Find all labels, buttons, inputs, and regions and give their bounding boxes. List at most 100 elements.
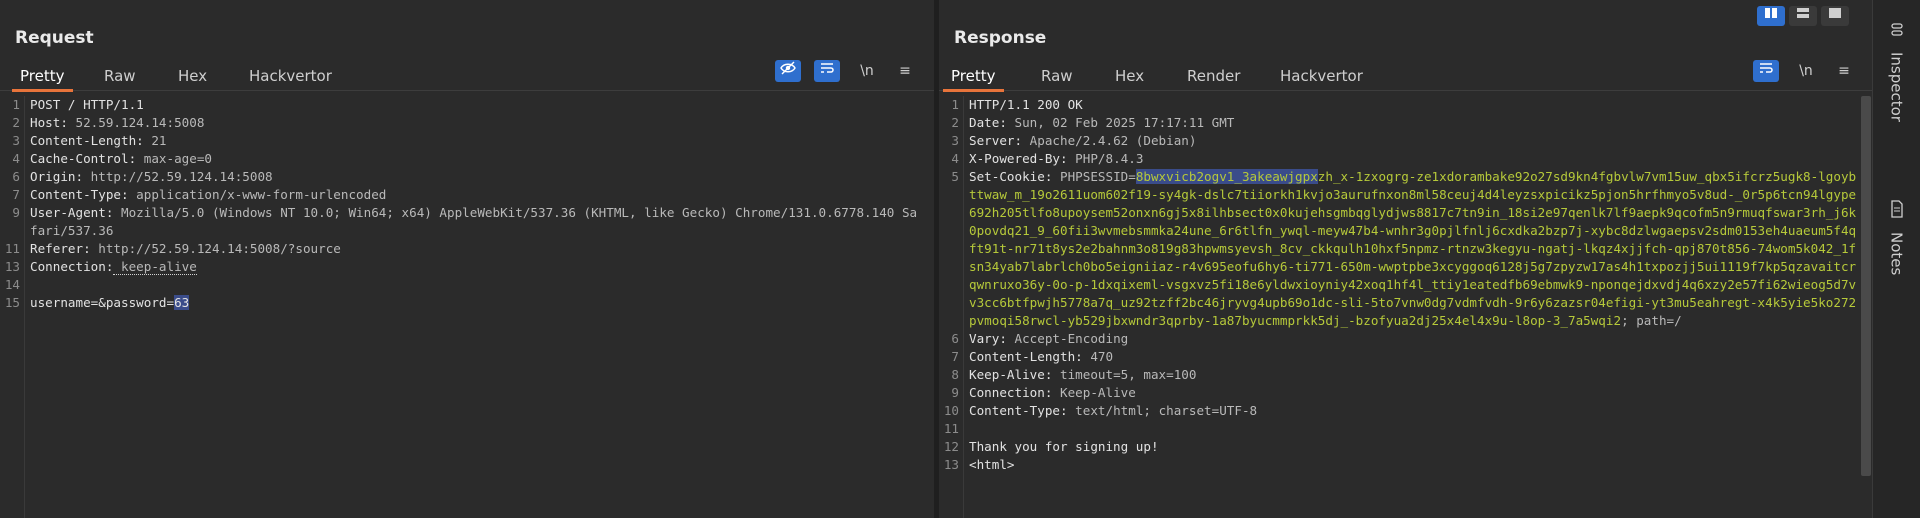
header-value: Mozilla/5.0 (Windows NT 10.0; Win64; x64… — [30, 205, 918, 238]
line-text: Host: 52.59.124.14:5008 — [30, 114, 920, 132]
header-name: X-Powered-By: — [969, 151, 1068, 166]
code-line[interactable]: 7 Content-Length: 470 — [939, 348, 1859, 366]
code-line[interactable]: 8 Keep-Alive: timeout=5, max=100 — [939, 366, 1859, 384]
line-text: Server: Apache/2.4.62 (Debian) — [969, 132, 1859, 150]
code-line[interactable]: 11 — [939, 420, 1859, 438]
code-line[interactable]: 3 Content-Length: 21 — [0, 132, 920, 150]
header-name: User-Agent: — [30, 205, 114, 220]
code-line[interactable]: 10 Content-Type: text/html; charset=UTF-8 — [939, 402, 1859, 420]
code-line[interactable]: 9 User-Agent: Mozilla/5.0 (Windows NT 10.… — [0, 204, 920, 240]
tab-request-hex[interactable]: Hex — [170, 64, 215, 88]
right-sidebar: Inspector Notes — [1872, 0, 1920, 518]
layout-tabbed-icon[interactable] — [1821, 6, 1849, 26]
line-text: POST / HTTP/1.1 — [30, 96, 920, 114]
response-scrollbar[interactable] — [1859, 96, 1873, 518]
header-name: Content-Type: — [30, 187, 129, 202]
code-line[interactable]: 1 HTTP/1.1 200 OK — [939, 96, 1859, 114]
code-line[interactable]: 7 Content-Type: application/x-www-form-ur… — [0, 186, 920, 204]
code-line[interactable]: 3 Server: Apache/2.4.62 (Debian) — [939, 132, 1859, 150]
request-editor[interactable]: 1 POST / HTTP/1.1 2 Host: 52.59.124.14:5008… — [0, 96, 920, 518]
response-wrap-lines-icon[interactable] — [1753, 60, 1779, 82]
inspector-icon — [1873, 22, 1920, 42]
code-line[interactable]: 6 Vary: Accept-Encoding — [939, 330, 1859, 348]
header-value: PHPSESSID= — [1052, 169, 1136, 184]
code-line[interactable]: 9 Connection: Keep-Alive — [939, 384, 1859, 402]
line-text: Content-Type: application/x-www-form-url… — [30, 186, 920, 204]
line-text: Set-Cookie: PHPSESSID=8bwxvicb2ogv1_3ake… — [969, 168, 1859, 330]
code-line[interactable]: 12 Thank you for signing up! — [939, 438, 1859, 456]
wrap-lines-icon[interactable] — [814, 60, 840, 82]
response-pane: Response Pretty Raw Hex Render Hackverto… — [939, 0, 1873, 518]
line-text: X-Powered-By: PHP/8.4.3 — [969, 150, 1859, 168]
code-line[interactable]: 2 Date: Sun, 02 Feb 2025 17:17:11 GMT — [939, 114, 1859, 132]
header-value: Sun, 02 Feb 2025 17:17:11 GMT — [1006, 115, 1235, 130]
tab-request-pretty[interactable]: Pretty — [12, 64, 73, 92]
header-name: Set-Cookie: — [969, 169, 1053, 184]
tab-response-raw[interactable]: Raw — [1033, 64, 1081, 88]
line-text: <html> — [969, 456, 1859, 474]
cookie-attributes: ; path=/ — [1621, 313, 1682, 328]
tab-request-hackvertor[interactable]: Hackvertor — [241, 64, 340, 88]
line-text: Date: Sun, 02 Feb 2025 17:17:11 GMT — [969, 114, 1859, 132]
response-menu-icon[interactable]: ≡ — [1831, 60, 1857, 82]
tab-response-hackvertor[interactable]: Hackvertor — [1272, 64, 1371, 88]
code-line[interactable]: 13 <html> — [939, 456, 1859, 474]
line-content: Thank you for signing up! — [969, 439, 1159, 454]
header-value: text/html; charset=UTF-8 — [1067, 403, 1258, 418]
line-content: POST / HTTP/1.1 — [30, 97, 144, 112]
code-line[interactable]: 4 X-Powered-By: PHP/8.4.3 — [939, 150, 1859, 168]
request-menu-icon[interactable]: ≡ — [892, 60, 918, 82]
line-text: Origin: http://52.59.124.14:5008 — [30, 168, 920, 186]
header-name: Content-Length: — [969, 349, 1083, 364]
response-scroll-thumb[interactable] — [1861, 96, 1871, 476]
header-name: Host: — [30, 115, 68, 130]
sidebar-inspector[interactable]: Inspector — [1873, 22, 1920, 126]
tab-response-render[interactable]: Render — [1179, 64, 1248, 88]
response-tabs: Pretty Raw Hex Render Hackvertor — [939, 62, 1873, 92]
header-name: Content-Type: — [969, 403, 1068, 418]
layout-side-by-side-icon[interactable] — [1757, 6, 1785, 26]
response-newline-toggle-icon[interactable]: \n — [1793, 60, 1819, 82]
code-line[interactable]: 14 — [0, 276, 920, 294]
code-line[interactable]: 13 Connection: keep-alive — [0, 258, 920, 276]
header-name: Content-Length: — [30, 133, 144, 148]
newline-toggle-icon[interactable]: \n — [854, 60, 880, 82]
header-value: Accept-Encoding — [1006, 331, 1129, 346]
header-value: 470 — [1082, 349, 1114, 364]
tab-response-hex[interactable]: Hex — [1107, 64, 1152, 88]
notes-icon — [1873, 200, 1920, 222]
line-gutter — [0, 96, 25, 518]
line-text: HTTP/1.1 200 OK — [969, 96, 1859, 114]
request-pane: Request Pretty Raw Hex Hackvertor \n ≡ 1… — [0, 0, 934, 518]
header-name: Server: — [969, 133, 1023, 148]
header-value: 21 — [143, 133, 167, 148]
password-value-selected[interactable]: 63 — [174, 295, 190, 310]
code-line[interactable]: 15 username=&password=63 — [0, 294, 920, 312]
code-line[interactable]: 5 Set-Cookie: PHPSESSID=8bwxvicb2ogv1_3ak… — [939, 168, 1859, 330]
code-line[interactable]: 1 POST / HTTP/1.1 — [0, 96, 920, 114]
line-gutter — [939, 96, 964, 518]
hide-nonprintable-icon[interactable] — [775, 60, 801, 82]
line-text: Content-Length: 470 — [969, 348, 1859, 366]
header-value: application/x-www-form-urlencoded — [128, 187, 387, 202]
code-line[interactable]: 6 Origin: http://52.59.124.14:5008 — [0, 168, 920, 186]
response-editor[interactable]: 1 HTTP/1.1 200 OK 2 Date: Sun, 02 Feb 2025 … — [939, 96, 1859, 518]
inspector-label: Inspector — [1887, 52, 1906, 122]
tab-request-raw[interactable]: Raw — [96, 64, 144, 88]
line-text: Referer: http://52.59.124.14:5008/?sourc… — [30, 240, 920, 258]
request-scrollbar[interactable] — [920, 96, 934, 518]
line-content: <html> — [969, 457, 1015, 472]
sidebar-notes[interactable]: Notes — [1873, 200, 1920, 279]
code-line[interactable]: 2 Host: 52.59.124.14:5008 — [0, 114, 920, 132]
tab-response-pretty[interactable]: Pretty — [943, 64, 1004, 92]
header-name: Vary: — [969, 331, 1007, 346]
layout-stacked-icon[interactable] — [1789, 6, 1817, 26]
line-text — [30, 276, 920, 294]
layout-switcher — [1757, 6, 1849, 26]
line-text — [969, 420, 1859, 438]
header-name: Origin: — [30, 169, 84, 184]
code-line[interactable]: 11 Referer: http://52.59.124.14:5008/?sou… — [0, 240, 920, 258]
header-value: keep-alive — [113, 259, 197, 275]
cookie-value-selected[interactable]: 8bwxvicb2ogv1_3akeawjgpx — [1135, 169, 1318, 184]
code-line[interactable]: 4 Cache-Control: max-age=0 — [0, 150, 920, 168]
